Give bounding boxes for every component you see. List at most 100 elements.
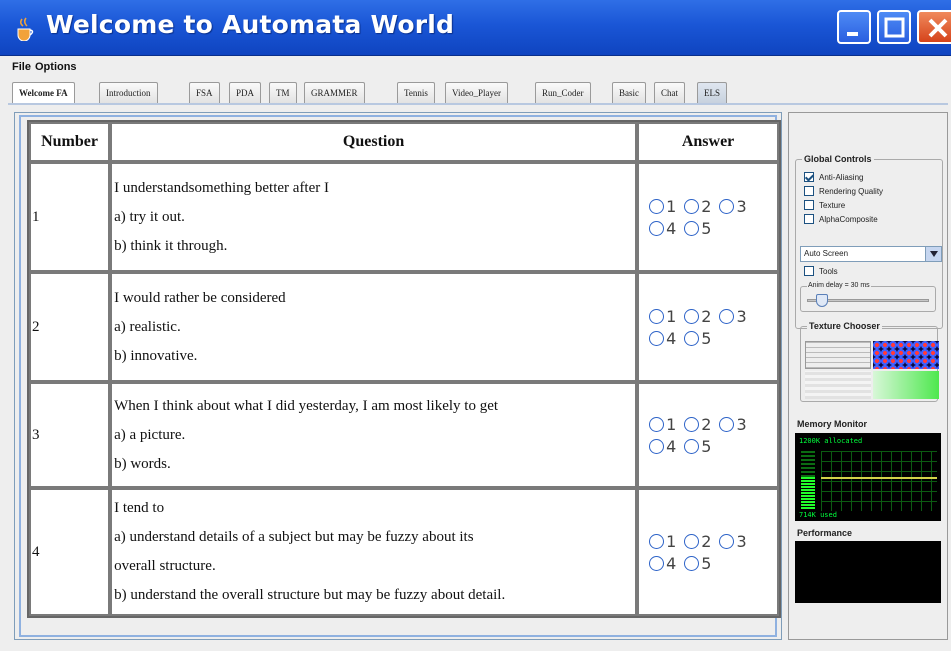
answer-radio-2[interactable]: 2: [684, 532, 711, 551]
radio-circle-icon[interactable]: [684, 555, 700, 571]
checkbox-alpha-composite[interactable]: AlphaComposite: [804, 214, 878, 224]
question-line: b) think it through.: [114, 237, 228, 254]
radio-circle-icon[interactable]: [649, 533, 665, 549]
answer-radio-4[interactable]: 4: [649, 329, 676, 348]
question-number: 3: [29, 382, 111, 488]
tab-tennis[interactable]: Tennis: [397, 82, 435, 103]
checkbox-box[interactable]: [804, 214, 814, 224]
radio-circle-icon[interactable]: [649, 555, 665, 571]
radio-circle-icon[interactable]: [649, 330, 665, 346]
texture-grid-swatch[interactable]: [805, 341, 871, 369]
radio-label: 3: [736, 306, 747, 326]
answer-radio-3[interactable]: 3: [719, 306, 747, 326]
radio-circle-icon[interactable]: [719, 308, 735, 324]
slider-thumb[interactable]: [815, 294, 828, 307]
checkbox-rendering-quality[interactable]: Rendering Quality: [804, 186, 883, 196]
table-row: 4I tend to a) understand details of a sub…: [29, 488, 779, 616]
radio-circle-icon[interactable]: [684, 533, 700, 549]
radio-label: 1: [666, 196, 677, 216]
checkbox-texture[interactable]: Texture: [804, 200, 845, 210]
texture-chooser-title: Texture Chooser: [807, 321, 882, 331]
radio-circle-icon[interactable]: [649, 220, 665, 236]
menu-options[interactable]: Options: [35, 61, 77, 73]
checkbox-tools[interactable]: Tools: [804, 266, 838, 276]
answer-options: 123 45: [637, 488, 779, 616]
radio-row: 45: [649, 437, 777, 456]
radio-circle-icon[interactable]: [719, 533, 735, 549]
checkbox-anti-aliasing[interactable]: Anti-Aliasing: [804, 172, 863, 182]
checkbox-label: AlphaComposite: [819, 214, 878, 224]
close-button[interactable]: [917, 10, 951, 44]
radio-circle-icon[interactable]: [719, 198, 735, 214]
tab-els[interactable]: ELS: [697, 82, 728, 103]
tab-pda[interactable]: PDA: [229, 82, 262, 103]
question-text: I would rather be considered a) realistic…: [110, 272, 638, 382]
answer-radio-5[interactable]: 5: [684, 554, 711, 573]
checkbox-label: Rendering Quality: [819, 186, 884, 196]
checkbox-box[interactable]: [804, 172, 814, 182]
java-cup-icon: [14, 17, 36, 42]
performance-title: Performance: [797, 528, 853, 538]
answer-radio-5[interactable]: 5: [684, 437, 711, 456]
texture-text-swatch[interactable]: [805, 371, 871, 399]
answer-radio-4[interactable]: 4: [649, 554, 676, 573]
maximize-button[interactable]: [877, 10, 911, 44]
answer-radio-3[interactable]: 3: [719, 415, 747, 434]
answer-radio-2[interactable]: 2: [684, 415, 711, 434]
radio-circle-icon[interactable]: [684, 330, 700, 346]
tab-chat[interactable]: Chat: [654, 82, 685, 103]
tab-video-player[interactable]: Video_Player: [445, 82, 508, 103]
answer-radio-1[interactable]: 1: [649, 197, 676, 216]
menu-file[interactable]: File: [12, 61, 31, 73]
tab-grammer[interactable]: GRAMMER: [304, 82, 365, 103]
answer-radio-1[interactable]: 1: [649, 307, 676, 326]
radio-circle-icon[interactable]: [684, 198, 700, 214]
radio-circle-icon[interactable]: [649, 416, 665, 432]
radio-circle-icon[interactable]: [684, 438, 700, 454]
checkbox-box[interactable]: [804, 186, 814, 196]
radio-circle-icon[interactable]: [649, 308, 665, 324]
checkbox-box[interactable]: [804, 200, 814, 210]
answer-radio-1[interactable]: 1: [649, 532, 676, 551]
answer-radio-5[interactable]: 5: [684, 329, 711, 348]
header-number: Number: [29, 122, 111, 162]
answer-radio-3[interactable]: 3: [719, 532, 747, 551]
answer-radio-1[interactable]: 1: [649, 415, 676, 434]
questionnaire-table: Number Question Answer 1I understandsome…: [27, 120, 781, 618]
radio-circle-icon[interactable]: [684, 220, 700, 236]
answer-options: 123 4 5: [637, 162, 779, 272]
question-number: 4: [29, 488, 111, 616]
radio-circle-icon[interactable]: [719, 416, 735, 432]
question-number: 1: [29, 162, 111, 272]
tab-fsa[interactable]: FSA: [189, 82, 220, 103]
texture-green-swatch[interactable]: [873, 371, 939, 399]
tab-run-coder[interactable]: Run_Coder: [535, 82, 591, 103]
answer-radio-2[interactable]: 2: [684, 307, 711, 326]
tab-tm[interactable]: TM: [269, 82, 297, 103]
checkbox-label: Tools: [819, 266, 838, 276]
radio-circle-icon[interactable]: [684, 308, 700, 324]
radio-row: 1 2 3: [649, 415, 777, 434]
radio-circle-icon[interactable]: [649, 198, 665, 214]
answer-radio-5[interactable]: 5: [684, 219, 711, 238]
memory-monitor-display: 1200K allocated 714K used: [795, 433, 941, 521]
chevron-down-icon[interactable]: [925, 247, 941, 261]
question-line: I would rather be considered: [114, 289, 286, 306]
texture-dots-swatch[interactable]: [873, 341, 939, 369]
menu-bar: File Options: [0, 57, 951, 79]
answer-radio-3[interactable]: 3: [719, 197, 747, 216]
answer-radio-4[interactable]: 4: [649, 219, 676, 238]
radio-label: 5: [701, 218, 712, 238]
radio-circle-icon[interactable]: [649, 438, 665, 454]
tab-welcome-fa[interactable]: Welcome FA: [12, 82, 75, 104]
answer-radio-2[interactable]: 2: [684, 197, 711, 216]
minimize-button[interactable]: [837, 10, 871, 44]
checkbox-box[interactable]: [804, 266, 814, 276]
tab-introduction[interactable]: Introduction: [99, 82, 158, 103]
screen-select[interactable]: Auto Screen: [800, 246, 942, 262]
checkbox-label: Anti-Aliasing: [819, 172, 864, 182]
answer-radio-4[interactable]: 4: [649, 437, 676, 456]
tab-basic[interactable]: Basic: [612, 82, 646, 103]
radio-circle-icon[interactable]: [684, 416, 700, 432]
table-header-row: Number Question Answer: [29, 122, 779, 162]
